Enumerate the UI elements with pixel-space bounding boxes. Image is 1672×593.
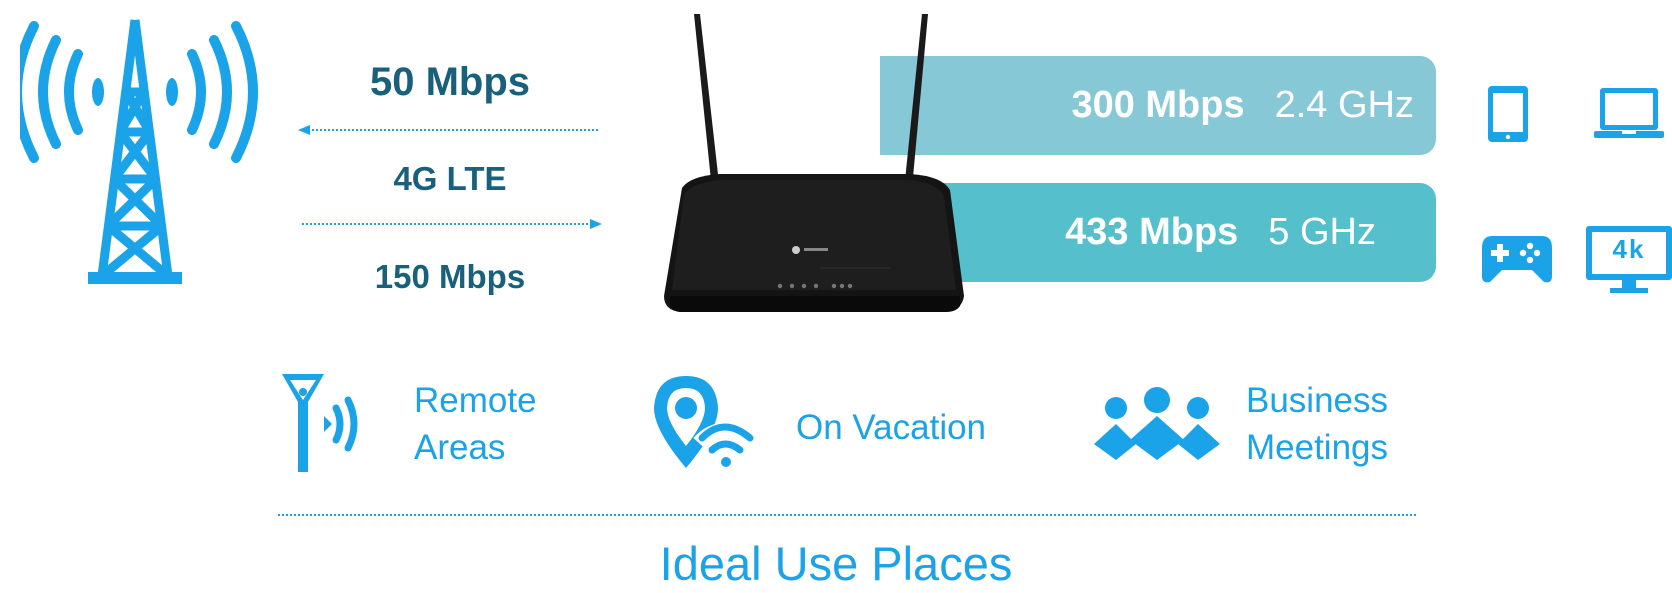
monitor-4k-icon: 4k	[1586, 226, 1672, 294]
place-business-meetings: Business Meetings	[1246, 377, 1388, 471]
place-business-line1: Business	[1246, 381, 1389, 420]
download-speed: 50 Mbps	[369, 60, 531, 104]
antenna-signal-icon	[282, 374, 358, 472]
gamepad-icon	[1482, 236, 1552, 283]
tablet-icon	[1488, 86, 1528, 142]
router-image	[664, 14, 964, 312]
upload-speed: 150 Mbps	[374, 258, 526, 295]
people-group-icon	[1094, 387, 1220, 460]
place-remote-areas: Remote Areas	[414, 377, 537, 471]
lte-label: 4G LTE	[393, 160, 507, 197]
place-business-line2: Meetings	[1246, 428, 1389, 467]
band-5ghz-rate: 433 Mbps	[1065, 211, 1239, 253]
band-24ghz-rate: 300 Mbps	[1071, 84, 1245, 126]
monitor-4k-label: 4k	[1612, 234, 1646, 264]
band-5ghz-freq: 5 GHz	[1268, 211, 1376, 253]
band-24ghz-freq: 2.4 GHz	[1274, 84, 1414, 126]
place-remote-line1: Remote	[414, 381, 537, 420]
footer-title: Ideal Use Places	[659, 537, 1013, 590]
upload-arrow	[302, 219, 602, 229]
download-arrow	[298, 125, 598, 135]
laptop-icon	[1594, 88, 1664, 138]
place-on-vacation: On Vacation	[796, 408, 987, 447]
place-remote-line2: Areas	[414, 428, 506, 467]
location-wifi-icon	[654, 376, 756, 468]
divider	[278, 514, 1418, 516]
cell-tower-icon	[20, 19, 258, 284]
